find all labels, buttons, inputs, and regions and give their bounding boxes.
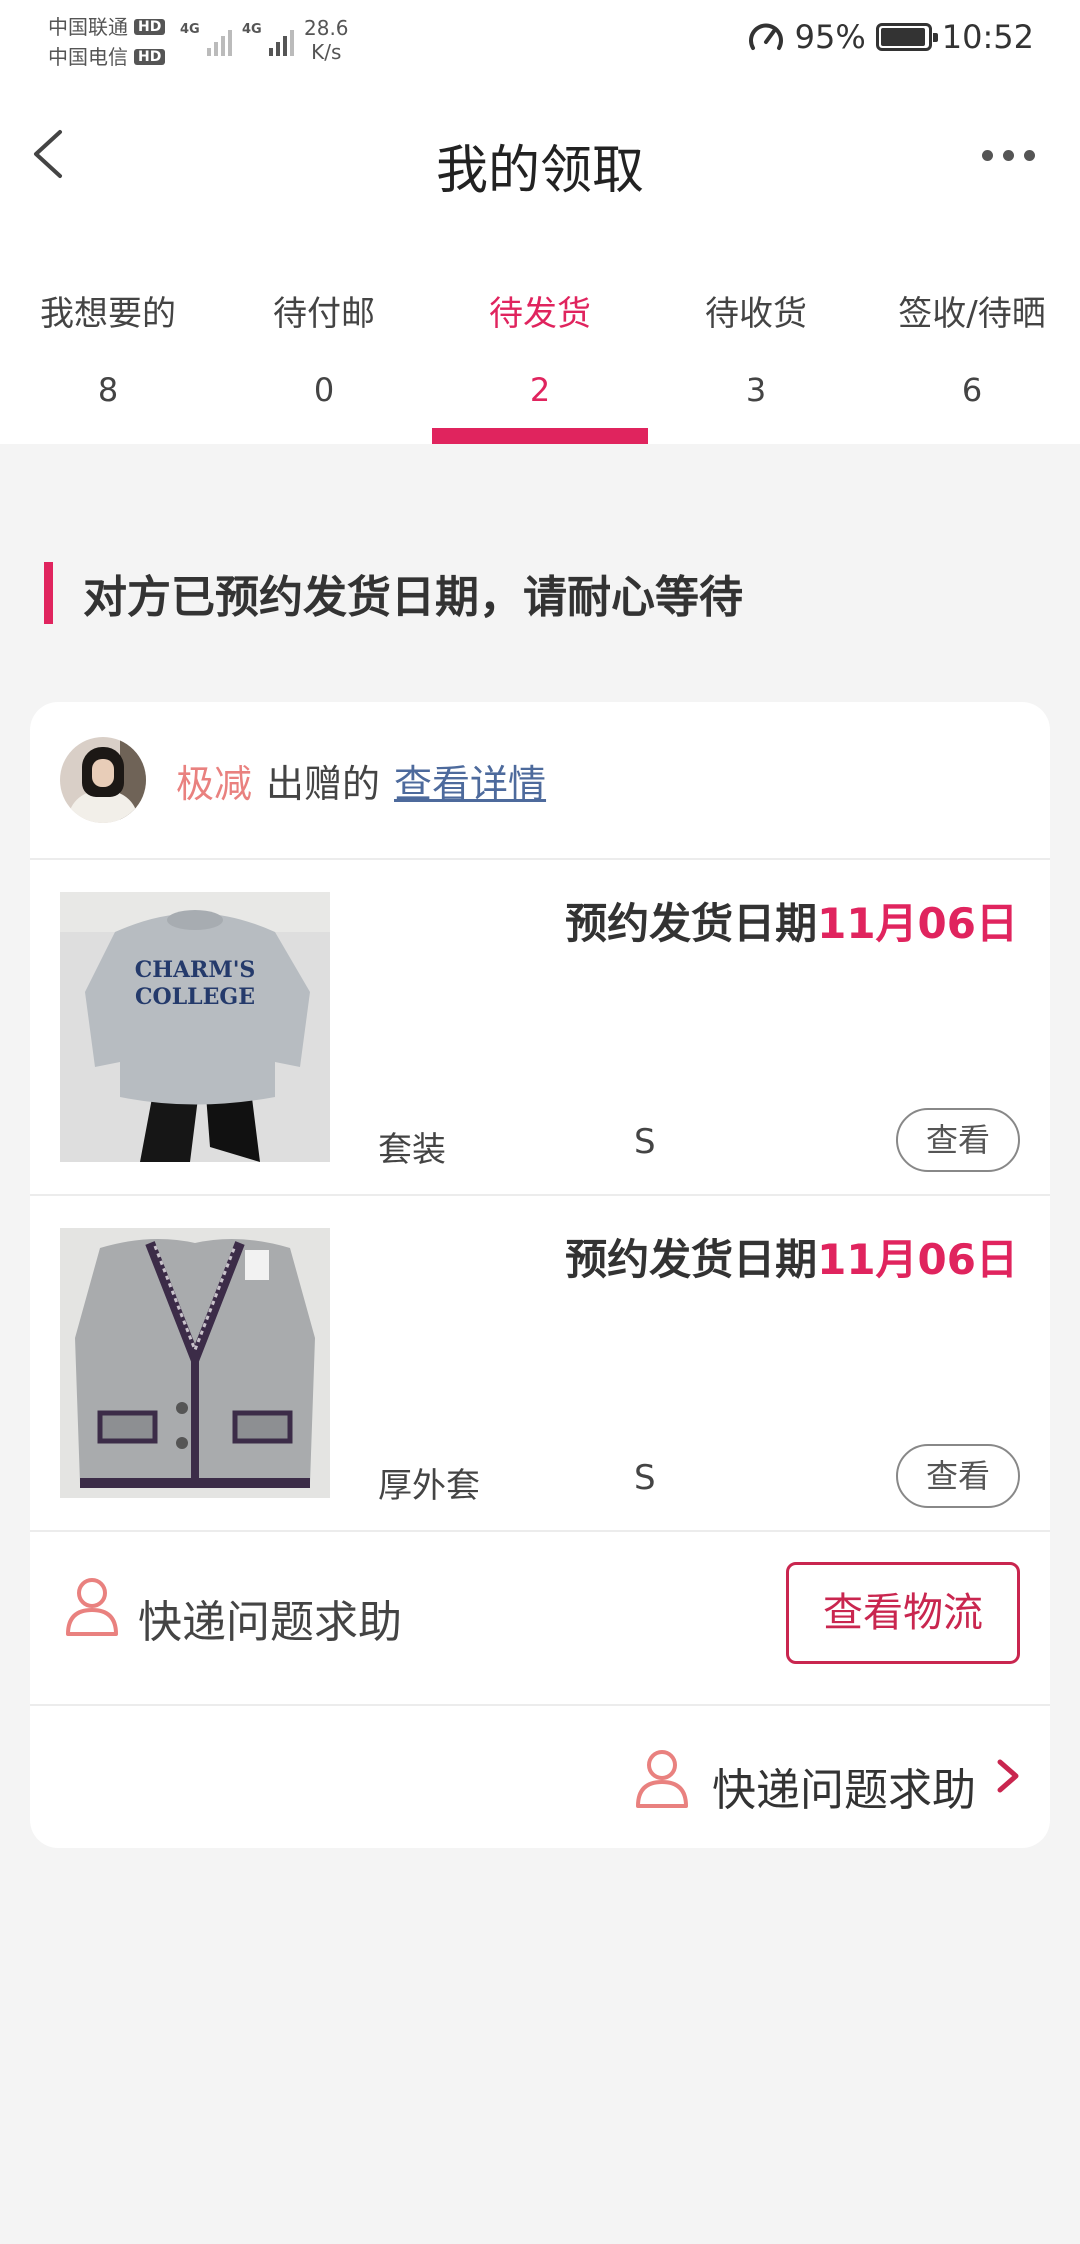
order-card: 极减 出赠的 查看详情 CHARM'S COLLEGE 预约发货日期11月06日… [30, 702, 1050, 1848]
tab-active-indicator [432, 428, 648, 444]
speed-value: 28.6 [304, 16, 349, 40]
clock: 10:52 [941, 18, 1034, 56]
tab-label: 签收/待晒 [898, 294, 1046, 334]
tab-count: 8 [97, 371, 119, 409]
item-size: S [634, 1122, 656, 1162]
shipping-help-row: 快递问题求助 查看物流 [30, 1532, 1050, 1706]
view-item-button[interactable]: 查看 [896, 1108, 1020, 1172]
view-logistics-button[interactable]: 查看物流 [786, 1562, 1020, 1664]
product-image-jacket[interactable] [60, 1228, 330, 1498]
signal-1-icon: 4G [180, 20, 232, 56]
date-label: 预约发货日期 [565, 899, 818, 948]
item-size: S [634, 1458, 656, 1498]
scheduled-ship-date: 预约发货日期11月06日 [565, 890, 1018, 951]
signal-2-icon: 4G [242, 20, 294, 56]
giver-name[interactable]: 极减 [176, 753, 252, 808]
tab-count: 6 [961, 371, 983, 409]
carrier-2-label: 中国电信 [48, 45, 128, 69]
scheduled-ship-date: 预约发货日期11月06日 [565, 1226, 1018, 1287]
item-category: 厚外套 [378, 1466, 480, 1506]
bottom-help-row[interactable]: 快递问题求助 [30, 1706, 1050, 1846]
shipping-help-link[interactable]: 快递问题求助 [138, 1586, 402, 1650]
person-icon [636, 1750, 688, 1808]
nav-bar: 我的领取 [0, 88, 1080, 228]
tab-count: 0 [313, 371, 335, 409]
hd-badge-1: HD [134, 19, 166, 35]
bottom-help-label: 快递问题求助 [712, 1765, 976, 1816]
more-dot-icon [1023, 149, 1035, 161]
product-image-sweatshirt[interactable]: CHARM'S COLLEGE [60, 892, 330, 1162]
status-bar: 中国联通 HD 中国电信 HD 4G 4G 28.6 K/s 95% 10:52 [0, 0, 1080, 88]
person-icon [66, 1578, 118, 1636]
date-value: 11月06日 [817, 1235, 1018, 1284]
carrier-1-label: 中国联通 [48, 15, 128, 39]
more-options-button[interactable] [978, 140, 1038, 170]
tab-count: 2 [529, 371, 551, 409]
carrier-info: 中国联通 HD 中国电信 HD [48, 12, 166, 72]
more-dot-icon [981, 149, 993, 161]
chevron-right-icon [997, 1759, 1019, 1793]
svg-text:CHARM'S: CHARM'S [135, 957, 256, 983]
battery-icon [875, 23, 938, 51]
section-title: 对方已预约发货日期，请耐心等待 [83, 572, 743, 623]
more-dot-icon [1002, 149, 1014, 161]
network-speed: 28.6 K/s [304, 16, 349, 64]
giver-row: 极减 出赠的 查看详情 [30, 702, 1050, 860]
svg-text:COLLEGE: COLLEGE [135, 984, 255, 1010]
tab-wanted[interactable]: 我想要的 8 [0, 228, 216, 444]
view-item-button[interactable]: 查看 [896, 1444, 1020, 1508]
tab-label: 我想要的 [40, 294, 176, 334]
tab-pending-postage[interactable]: 待付邮 0 [216, 228, 432, 444]
hd-badge-2: HD [134, 49, 166, 65]
tab-label: 待付邮 [273, 294, 375, 334]
date-label: 预约发货日期 [565, 1235, 818, 1284]
avatar[interactable] [60, 737, 146, 823]
giver-verb: 出赠的 [266, 761, 381, 806]
view-details-link[interactable]: 查看详情 [394, 753, 546, 808]
date-value: 11月06日 [817, 899, 1018, 948]
page: 中国联通 HD 中国电信 HD 4G 4G 28.6 K/s 95% 10:52… [0, 0, 1080, 2244]
tab-label: 待收货 [705, 294, 807, 334]
tab-pending-receipt[interactable]: 待收货 3 [648, 228, 864, 444]
section-header: 对方已预约发货日期，请耐心等待 [44, 562, 743, 624]
speedometer-icon [748, 23, 783, 50]
status-right: 95% 10:52 [747, 18, 1034, 56]
status-tabs: 我想要的 8 待付邮 0 待发货 2 待收货 3 签收/待晒 6 [0, 228, 1080, 444]
list-item: CHARM'S COLLEGE 预约发货日期11月06日 套装 S 查看 [30, 860, 1050, 1196]
speed-unit: K/s [311, 40, 342, 64]
tab-count: 3 [745, 371, 767, 409]
list-item: 预约发货日期11月06日 厚外套 S 查看 [30, 1196, 1050, 1532]
page-title: 我的领取 [435, 141, 644, 201]
signal-indicators: 4G 4G [180, 20, 294, 56]
item-category: 套装 [378, 1130, 446, 1170]
tab-label: 待发货 [489, 294, 591, 334]
section-accent-bar [44, 562, 53, 624]
tab-signed-review[interactable]: 签收/待晒 6 [864, 228, 1080, 444]
battery-percent: 95% [794, 18, 866, 56]
tab-pending-shipment[interactable]: 待发货 2 [432, 228, 648, 444]
